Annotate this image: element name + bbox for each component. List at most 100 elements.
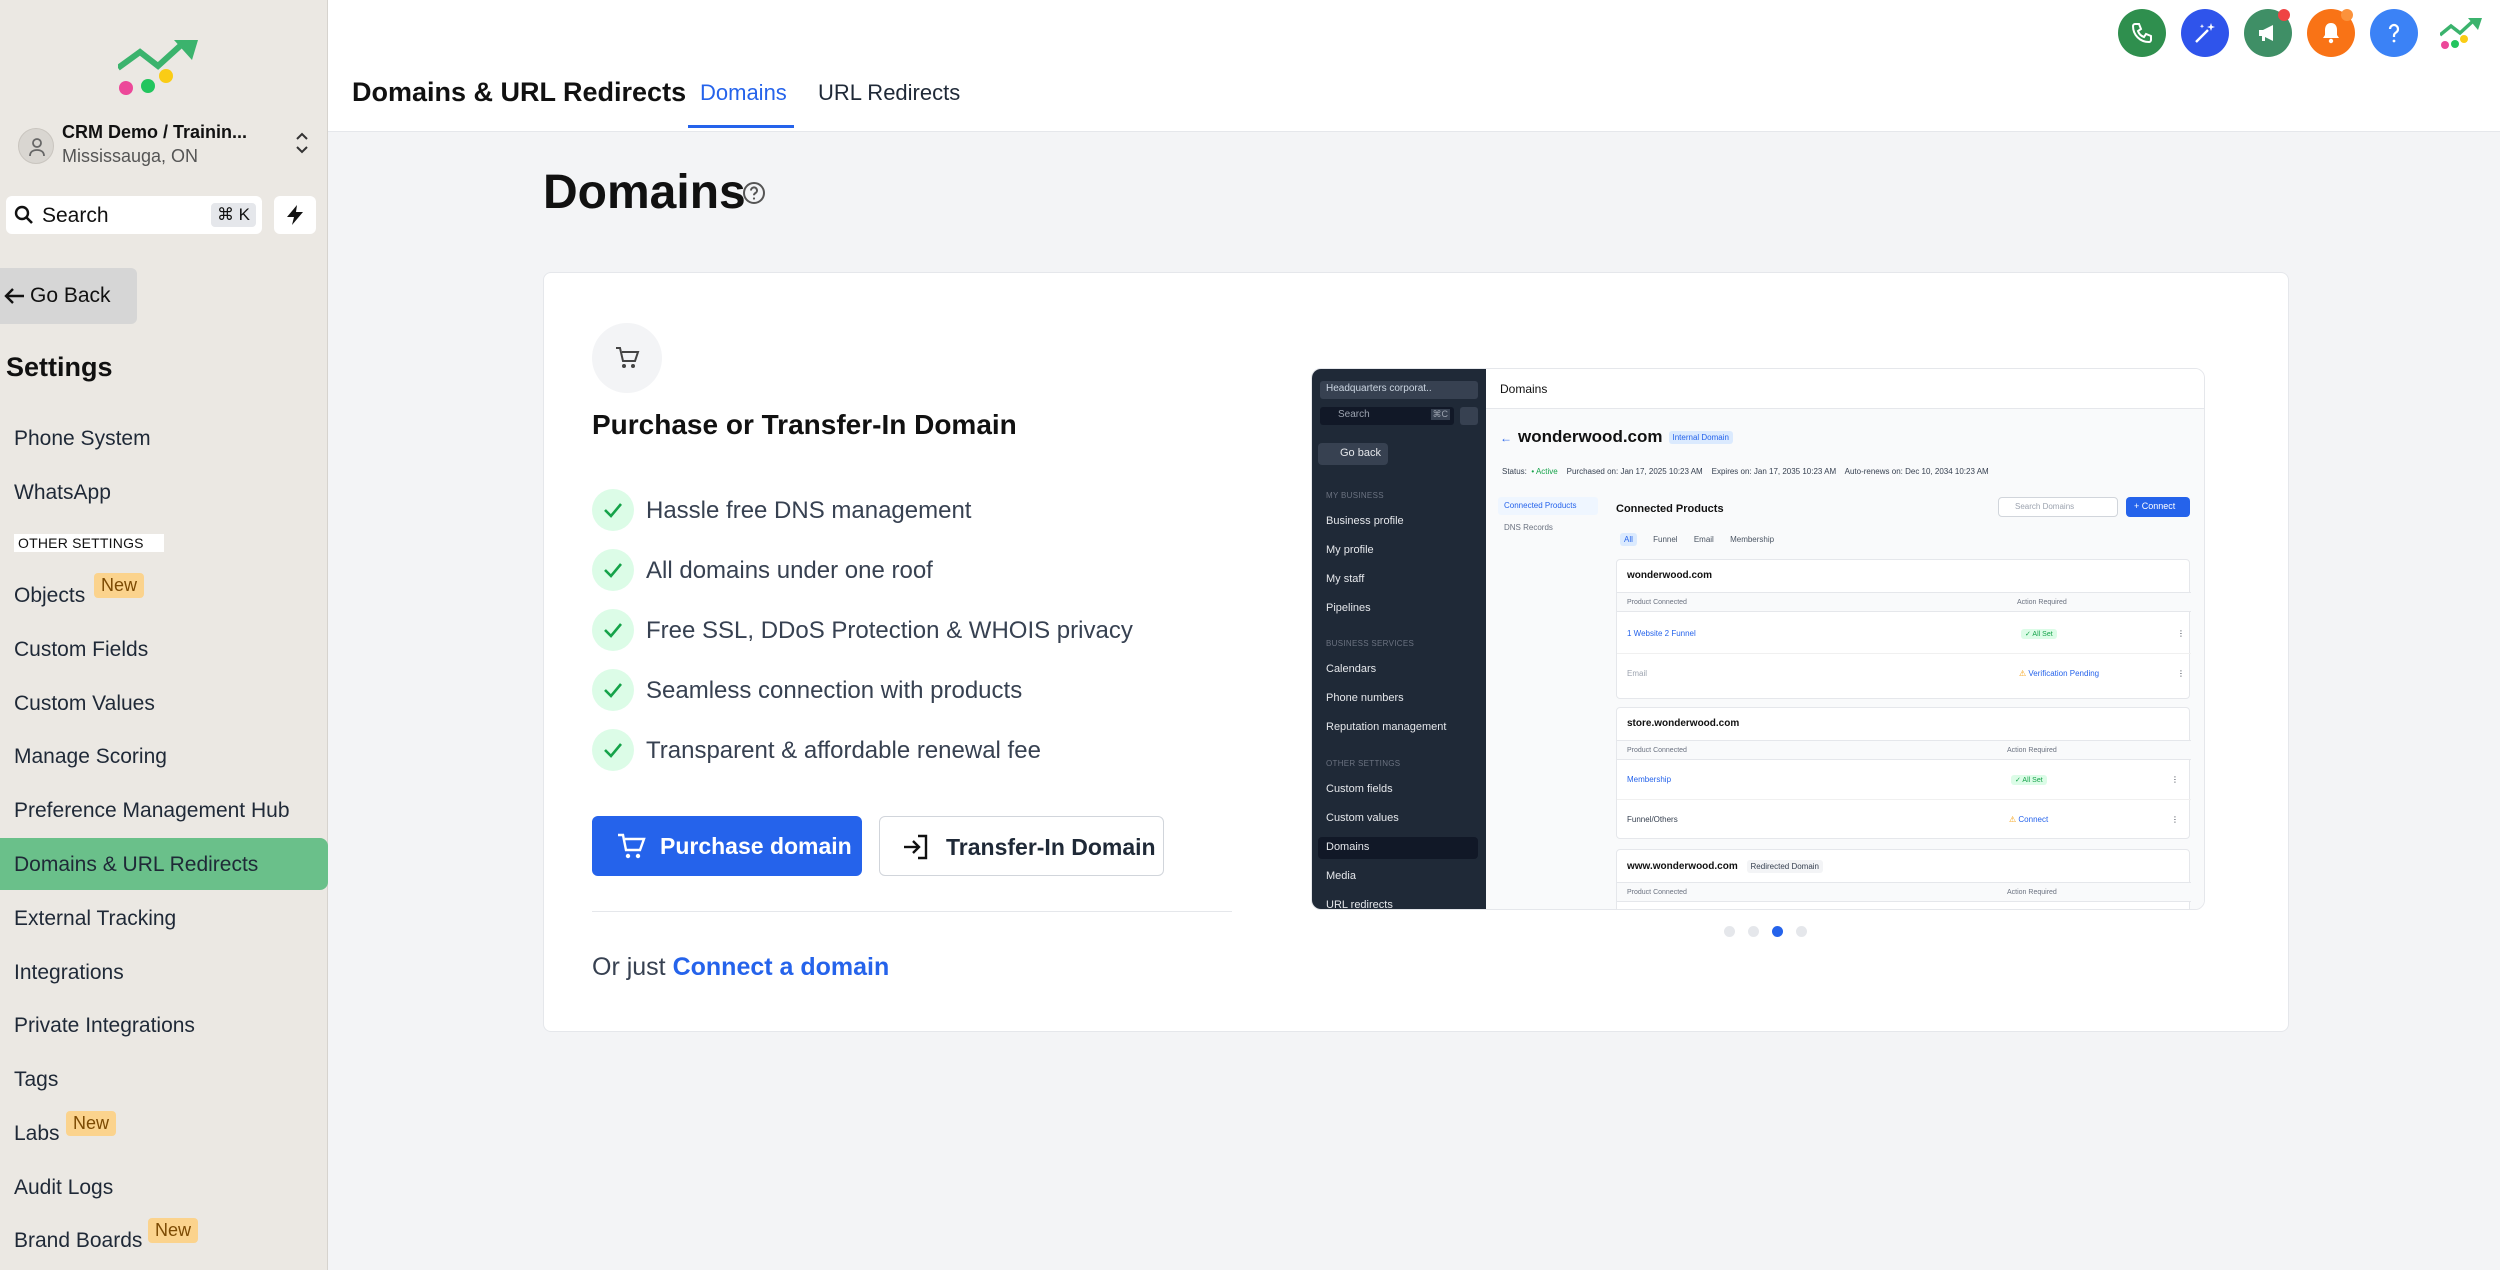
brand-logo <box>118 40 198 95</box>
feature-item: Hassle free DNS management <box>592 489 1292 533</box>
connect-domain-link[interactable]: Connect a domain <box>673 953 890 981</box>
phone-button[interactable] <box>2118 9 2166 57</box>
sidebar-item-external-tracking[interactable]: External Tracking <box>0 892 328 944</box>
preview-row: Email Verification Pending ⋮ <box>1617 654 2191 694</box>
bell-icon <box>2323 23 2339 44</box>
sidebar-item-brand-boards[interactable]: Brand Boards New <box>0 1214 328 1266</box>
preview-domain-card: www.wonderwood.com Redirected Domain Pro… <box>1616 849 2191 909</box>
preview-lightning-icon <box>1460 407 1478 425</box>
preview-section-label: MY BUSINESS <box>1326 491 1384 500</box>
sidebar-item-preference-hub[interactable]: Preference Management Hub <box>0 784 328 836</box>
sidebar-item-phone-system[interactable]: Phone System <box>0 412 328 464</box>
preview-top-bar: Domains <box>1486 369 2204 409</box>
preview-row: 1 Website 2 Funnel ✓ All Set ⋮ <box>1617 614 2191 654</box>
feature-text: Free SSL, DDoS Protection & WHOIS privac… <box>646 617 1133 644</box>
preview-col-action: Action Required <box>2007 747 2057 754</box>
check-badge <box>592 609 634 651</box>
sidebar-item-domains[interactable]: Domains & URL Redirects <box>0 838 328 890</box>
preview-domain-card: store.wonderwood.com Product Connected A… <box>1616 707 2191 839</box>
sidebar-item-label: Manage Scoring <box>14 745 167 768</box>
notifications-button[interactable] <box>2307 9 2355 57</box>
check-icon <box>604 563 622 578</box>
sidebar-item-label: Labs <box>14 1122 60 1145</box>
carousel-dot[interactable] <box>1796 926 1807 937</box>
sign-in-icon <box>904 834 928 860</box>
help-button[interactable] <box>2370 9 2418 57</box>
sidebar-item-custom-fields[interactable]: Custom Fields <box>0 623 328 675</box>
go-back-button[interactable]: Go Back <box>0 268 137 324</box>
card-heading: Purchase or Transfer-In Domain <box>592 409 1017 440</box>
sidebar-item-whatsapp[interactable]: WhatsApp <box>0 466 328 518</box>
check-icon <box>604 503 622 518</box>
divider <box>592 911 1232 912</box>
carousel-dots <box>1724 926 1807 938</box>
arrow-left-icon <box>4 288 24 304</box>
preview-col-action: Action Required <box>2017 599 2067 606</box>
sidebar-item-manage-scoring[interactable]: Manage Scoring <box>0 730 328 782</box>
preview-tab-connected: Connected Products <box>1498 497 1598 515</box>
phone-icon <box>2131 23 2152 44</box>
carousel-dot[interactable] <box>1748 926 1759 937</box>
sidebar-item-tags[interactable]: Tags <box>0 1053 328 1105</box>
account-location: Mississauga, ON <box>62 146 199 166</box>
preview-left-tabs: Connected Products DNS Records <box>1498 497 1598 532</box>
preview-row-action: Connect <box>2009 815 2048 824</box>
preview-card-domain-name: www.wonderwood.com <box>1627 861 1738 873</box>
preview-go-back: Go back <box>1318 443 1388 465</box>
chevron-updown-icon <box>296 132 308 154</box>
preview-kebab-icon: ⋮ <box>2171 775 2179 784</box>
sidebar-item-label: Custom Values <box>14 692 155 715</box>
preview-status-value: • Active <box>1531 467 1558 476</box>
preview-section-label: OTHER SETTINGS <box>1326 759 1401 768</box>
sidebar-item-private-integrations[interactable]: Private Integrations <box>0 999 328 1051</box>
quick-actions-button[interactable] <box>274 196 316 234</box>
transfer-in-domain-label: Transfer-In Domain <box>946 834 1156 860</box>
transfer-in-domain-button[interactable]: Transfer-In Domain <box>879 816 1164 876</box>
preview-search: Search ⌘C <box>1320 407 1454 425</box>
sidebar-item-labs[interactable]: Labs New <box>0 1107 328 1159</box>
active-tab-indicator <box>688 125 794 128</box>
purchase-domain-button[interactable]: Purchase domain <box>592 816 862 876</box>
sidebar-item-label: Domains & URL Redirects <box>14 853 259 876</box>
preview-back-arrow-icon: ← <box>1500 431 1512 445</box>
search-button[interactable]: Search ⌘ K <box>6 196 262 234</box>
settings-title: Settings <box>6 352 113 382</box>
cart-badge <box>592 323 662 393</box>
preview-tab-dns: DNS Records <box>1504 523 1553 532</box>
preview-row-action: ✓ All Set <box>2011 775 2047 785</box>
sidebar-item-label: Preference Management Hub <box>14 799 290 822</box>
header-title: Domains & URL Redirects <box>352 77 687 107</box>
preview-col-product: Product Connected <box>1627 599 1687 606</box>
sidebar-item-objects[interactable]: Objects New <box>0 569 328 621</box>
announcements-button[interactable] <box>2244 9 2292 57</box>
sidebar-item-custom-values[interactable]: Custom Values <box>0 677 328 729</box>
preview-main: Domains ← wonderwood.com Internal Domain S… <box>1486 369 2204 909</box>
ai-assistant-button[interactable] <box>2181 9 2229 57</box>
preview-row-product: 1 Website 2 Funnel <box>1627 629 1696 638</box>
preview-col-headers: Product Connected Action Required <box>1617 882 2191 902</box>
question-circle-icon[interactable] <box>742 181 766 205</box>
sidebar-item-label: Audit Logs <box>14 1176 114 1199</box>
carousel-dot[interactable] <box>1724 926 1735 937</box>
purchase-domain-label: Purchase domain <box>660 833 852 859</box>
sidebar-item-label: WhatsApp <box>14 481 111 504</box>
preview-row-action: Verification Pending <box>2019 669 2099 678</box>
preview-filter: Membership <box>1730 535 1775 544</box>
feature-item: Transparent & affordable renewal fee <box>592 729 1292 773</box>
preview-col-product: Product Connected <box>1627 889 1687 896</box>
preview-filter: All <box>1620 533 1637 546</box>
feature-text: All domains under one roof <box>646 557 933 584</box>
tab-domains[interactable]: Domains <box>700 80 787 106</box>
shopping-cart-icon <box>616 347 640 368</box>
account-switcher[interactable]: CRM Demo / Trainin... Mississauga, ON <box>14 118 314 170</box>
sidebar-item-audit-logs[interactable]: Audit Logs <box>0 1161 328 1213</box>
sidebar: CRM Demo / Trainin... Mississauga, ON Se… <box>0 0 328 1270</box>
carousel-dot-active[interactable] <box>1772 926 1783 937</box>
sidebar-item-integrations[interactable]: Integrations <box>0 946 328 998</box>
sidebar-item-label: Brand Boards <box>14 1229 143 1252</box>
preview-search-domains: Search Domains <box>1998 497 2118 517</box>
search-icon <box>14 205 33 224</box>
preview-nav-item: Phone numbers <box>1326 692 1404 704</box>
tab-url-redirects[interactable]: URL Redirects <box>818 80 960 106</box>
user-icon <box>29 138 45 157</box>
